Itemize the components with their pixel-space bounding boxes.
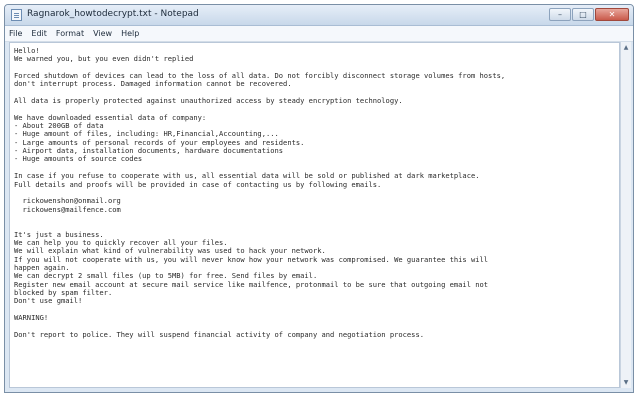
note-line: Don't report to police. They will suspen… xyxy=(14,329,424,339)
note-line: - Huge amounts of source codes xyxy=(14,154,143,164)
notepad-icon xyxy=(11,9,22,21)
note-line: don't interrupt process. Damaged informa… xyxy=(14,79,292,89)
warning-heading: WARNING! xyxy=(14,313,49,322)
note-line: We warned you, but you even didn't repli… xyxy=(14,54,194,64)
window-controls: – □ ✕ xyxy=(549,8,629,21)
menu-file[interactable]: File xyxy=(9,29,22,38)
menu-help[interactable]: Help xyxy=(121,29,139,38)
vertical-scrollbar[interactable]: ▲ ▼ xyxy=(620,42,631,388)
menu-edit[interactable]: Edit xyxy=(31,29,47,38)
note-line: All data is properly protected against u… xyxy=(14,96,403,106)
scroll-up-icon[interactable]: ▲ xyxy=(622,43,630,52)
title-bar[interactable]: Ragnarok_howtodecrypt.txt - Notepad – □ … xyxy=(5,5,633,26)
contact-email-2: rickowens@mailfence.com xyxy=(14,204,121,214)
ransom-note-text: Hello! We warned you, but you even didn'… xyxy=(14,46,615,339)
note-line: Full details and proofs will be provided… xyxy=(14,179,382,189)
note-line: Don't use gmail! xyxy=(14,296,83,306)
close-button[interactable]: ✕ xyxy=(595,8,629,21)
menu-format[interactable]: Format xyxy=(56,29,84,38)
window-title: Ragnarok_howtodecrypt.txt - Notepad xyxy=(27,9,199,19)
menu-bar: File Edit Format View Help xyxy=(5,26,633,42)
menu-view[interactable]: View xyxy=(93,29,112,38)
note-line: If you will not cooperate with us, you w… xyxy=(14,254,489,264)
notepad-window: Ragnarok_howtodecrypt.txt - Notepad – □ … xyxy=(4,4,634,393)
scroll-down-icon[interactable]: ▼ xyxy=(622,378,630,387)
text-editor-area[interactable]: Hello! We warned you, but you even didn'… xyxy=(9,42,620,388)
maximize-button[interactable]: □ xyxy=(572,8,594,21)
minimize-button[interactable]: – xyxy=(549,8,571,21)
